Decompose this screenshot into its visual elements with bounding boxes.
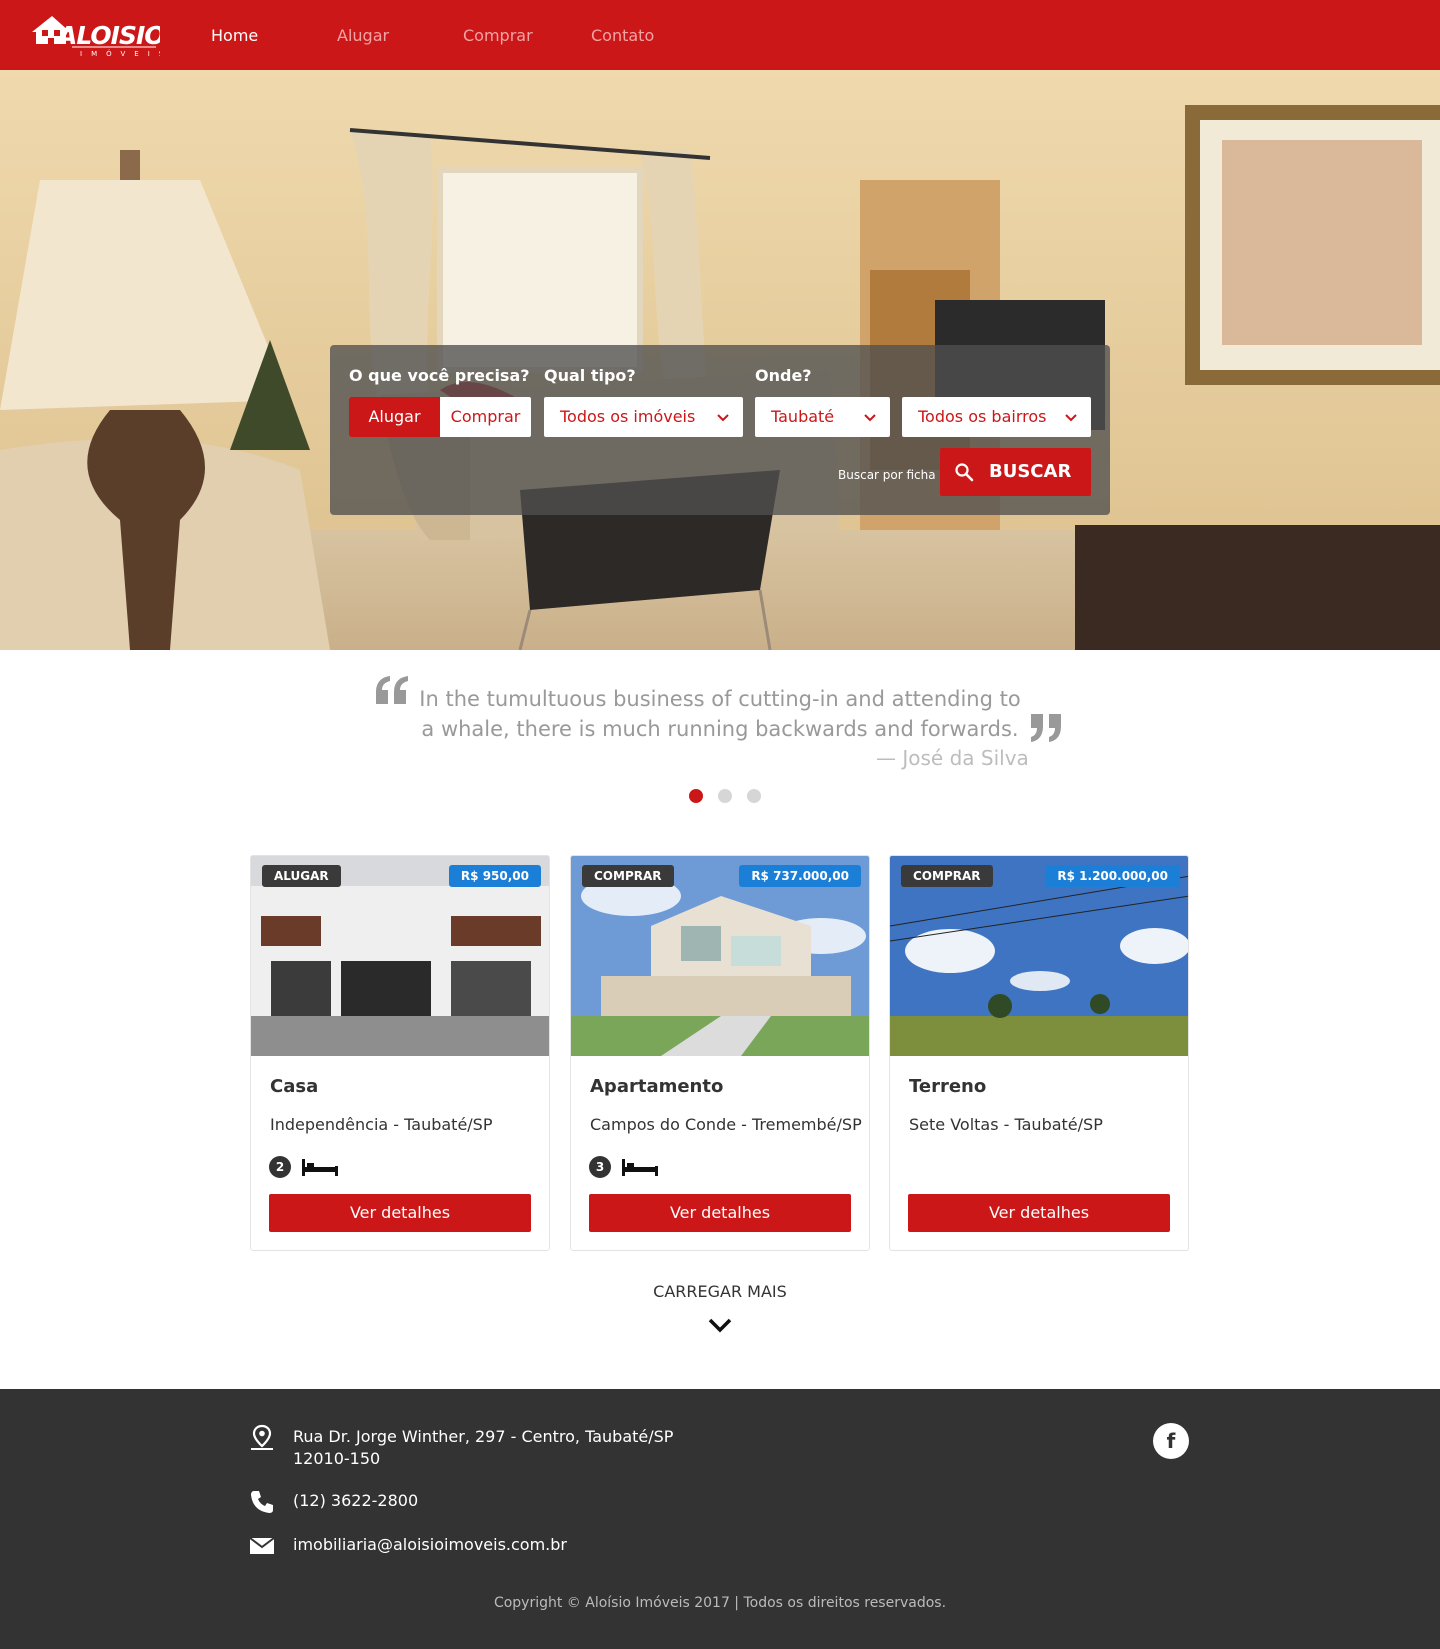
price-badge: R$ 950,00: [448, 865, 541, 887]
aloisio-logo[interactable]: ALOISIO IMÓVEIS: [28, 12, 160, 58]
bedroom-count: 3: [589, 1156, 611, 1178]
footer-address-line1: Rua Dr. Jorge Winther, 297 - Centro, Tau…: [293, 1427, 674, 1446]
where-label: Onde?: [755, 366, 812, 385]
view-details-button[interactable]: Ver detalhes: [589, 1194, 851, 1232]
search-button-label: BUSCAR: [989, 461, 1072, 482]
chevron-down-icon: [717, 414, 729, 422]
footer-phone[interactable]: (12) 3622-2800: [293, 1490, 418, 1512]
nav-alugar[interactable]: Alugar: [337, 26, 389, 45]
carousel-dot-1[interactable]: [689, 789, 703, 803]
search-panel: O que você precisa? Qual tipo? Onde? Alu…: [330, 345, 1110, 515]
bedroom-count: 2: [269, 1156, 291, 1178]
city-select[interactable]: Taubaté: [755, 397, 890, 437]
svg-text:ALOISIO: ALOISIO: [56, 21, 160, 50]
email-icon: [249, 1537, 275, 1554]
search-by-code-link[interactable]: Buscar por ficha: [838, 468, 936, 482]
footer-email[interactable]: imobiliaria@aloisioimoveis.com.br: [293, 1534, 567, 1556]
listing-title: Apartamento: [590, 1076, 724, 1097]
chevron-down-icon: [1065, 414, 1077, 422]
bed-icon: [622, 1159, 658, 1176]
listing-location: Campos do Conde - Tremembé/SP: [590, 1115, 862, 1134]
listing-title: Terreno: [909, 1076, 987, 1097]
property-type-value: Todos os imóveis: [560, 407, 696, 426]
bed-icon: [302, 1159, 338, 1176]
carousel-dot-3[interactable]: [747, 789, 761, 803]
close-quote-icon: [1031, 714, 1061, 742]
listing-type-badge: ALUGAR: [262, 865, 341, 887]
rent-buy-toggle: Alugar Comprar: [349, 397, 531, 437]
property-type-select[interactable]: Todos os imóveis: [544, 397, 743, 437]
phone-icon: [251, 1491, 273, 1513]
listing-location: Independência - Taubaté/SP: [270, 1115, 493, 1134]
search-button[interactable]: BUSCAR: [940, 448, 1091, 496]
toggle-alugar[interactable]: Alugar: [349, 397, 440, 437]
district-select[interactable]: Todos os bairros: [902, 397, 1091, 437]
open-quote-icon: [376, 676, 408, 704]
testimonial-author: — José da Silva: [876, 746, 1029, 770]
listing-card: COMPRAR R$ 737.000,00 Apartamento Campos…: [570, 855, 870, 1251]
type-label: Qual tipo?: [544, 366, 636, 385]
testimonial-text: In the tumultuous business of cutting-in…: [419, 687, 1021, 741]
site-footer: Rua Dr. Jorge Winther, 297 - Centro, Tau…: [0, 1389, 1440, 1649]
load-more-button[interactable]: CARREGAR MAIS: [620, 1282, 820, 1301]
carousel-dot-2[interactable]: [718, 789, 732, 803]
listing-title: Casa: [270, 1076, 319, 1097]
listing-type-badge: COMPRAR: [582, 865, 674, 887]
price-badge: R$ 737.000,00: [739, 865, 861, 887]
view-details-button[interactable]: Ver detalhes: [908, 1194, 1170, 1232]
listing-card: COMPRAR R$ 1.200.000,00 Terreno Sete Vol…: [889, 855, 1189, 1251]
nav-home[interactable]: Home: [211, 26, 258, 45]
footer-address-line2: 12010-150: [293, 1449, 381, 1468]
view-details-button[interactable]: Ver detalhes: [269, 1194, 531, 1232]
nav-comprar[interactable]: Comprar: [463, 26, 533, 45]
chevron-down-icon: [864, 414, 876, 422]
nav-contato[interactable]: Contato: [591, 26, 654, 45]
site-header: ALOISIO IMÓVEIS Home Alugar Comprar Cont…: [0, 0, 1440, 70]
price-badge: R$ 1.200.000,00: [1045, 865, 1180, 887]
listing-card: ALUGAR R$ 950,00 Casa Independência - Ta…: [250, 855, 550, 1251]
district-value: Todos os bairros: [918, 407, 1047, 426]
hero-banner: O que você precisa? Qual tipo? Onde? Alu…: [0, 70, 1440, 650]
listing-location: Sete Voltas - Taubaté/SP: [909, 1115, 1103, 1134]
search-icon: [955, 463, 974, 482]
need-label: O que você precisa?: [349, 366, 530, 385]
listing-type-badge: COMPRAR: [901, 865, 993, 887]
chevron-down-icon[interactable]: [708, 1317, 732, 1333]
facebook-icon[interactable]: f: [1153, 1423, 1189, 1459]
location-pin-icon: [251, 1424, 273, 1450]
city-value: Taubaté: [771, 407, 835, 426]
svg-text:IMÓVEIS: IMÓVEIS: [80, 49, 160, 58]
toggle-comprar[interactable]: Comprar: [440, 397, 531, 437]
copyright-text: Copyright © Aloísio Imóveis 2017 | Todos…: [493, 1595, 947, 1611]
